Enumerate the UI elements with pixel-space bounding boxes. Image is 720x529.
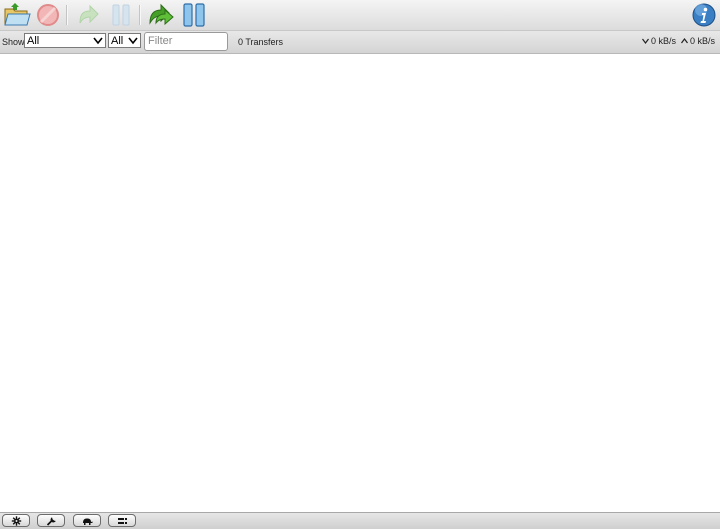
download-rate: 0 kB/s — [642, 36, 676, 46]
compact-view-icon — [118, 518, 127, 524]
toolbar-separator — [139, 5, 141, 25]
resume-button[interactable] — [74, 1, 102, 29]
turtle-mode-button[interactable] — [73, 514, 101, 527]
download-arrow-icon — [642, 38, 649, 44]
open-folder-icon — [4, 3, 31, 26]
footer-bar — [0, 512, 720, 529]
pause-icon — [112, 4, 130, 26]
pause-all-button[interactable] — [180, 1, 208, 29]
pause-button[interactable] — [107, 1, 135, 29]
main-toolbar — [0, 0, 720, 31]
status-filter-value: All — [27, 35, 40, 47]
search-filter-placeholder: Filter — [148, 35, 173, 47]
upload-arrow-icon — [681, 38, 688, 44]
filter-bar: Show All All Filter 0 Transfers 0 kB/s 0… — [0, 31, 720, 54]
preferences-wrench-icon — [46, 517, 56, 526]
upload-rate: 0 kB/s — [681, 36, 715, 46]
remove-icon — [37, 4, 59, 26]
remove-torrent-button[interactable] — [34, 1, 62, 29]
chevron-down-icon — [93, 37, 103, 45]
compact-view-button[interactable] — [108, 514, 136, 527]
toolbar-separator — [66, 5, 68, 25]
info-icon — [692, 3, 716, 27]
search-filter-input[interactable]: Filter — [144, 32, 228, 51]
status-filter-select[interactable]: All — [24, 33, 106, 48]
transfer-count: 0 Transfers — [238, 37, 284, 47]
open-torrent-button[interactable] — [3, 1, 31, 29]
show-label: Show — [2, 37, 25, 47]
chevron-down-icon — [128, 37, 138, 45]
settings-menu-button[interactable] — [2, 514, 30, 527]
pause-all-icon — [183, 3, 205, 27]
download-rate-value: 0 kB/s — [651, 36, 677, 46]
resume-all-button[interactable] — [147, 1, 175, 29]
preferences-button[interactable] — [37, 514, 65, 527]
tracker-filter-select[interactable]: All — [108, 33, 141, 48]
resume-icon — [79, 4, 99, 24]
upload-rate-value: 0 kB/s — [690, 36, 716, 46]
transfer-list[interactable] — [0, 54, 720, 512]
turtle-speed-icon — [83, 518, 93, 525]
resume-all-icon — [149, 3, 174, 26]
about-info-button[interactable] — [690, 1, 718, 29]
tracker-filter-value: All — [111, 35, 124, 47]
settings-gear-icon — [11, 516, 22, 526]
